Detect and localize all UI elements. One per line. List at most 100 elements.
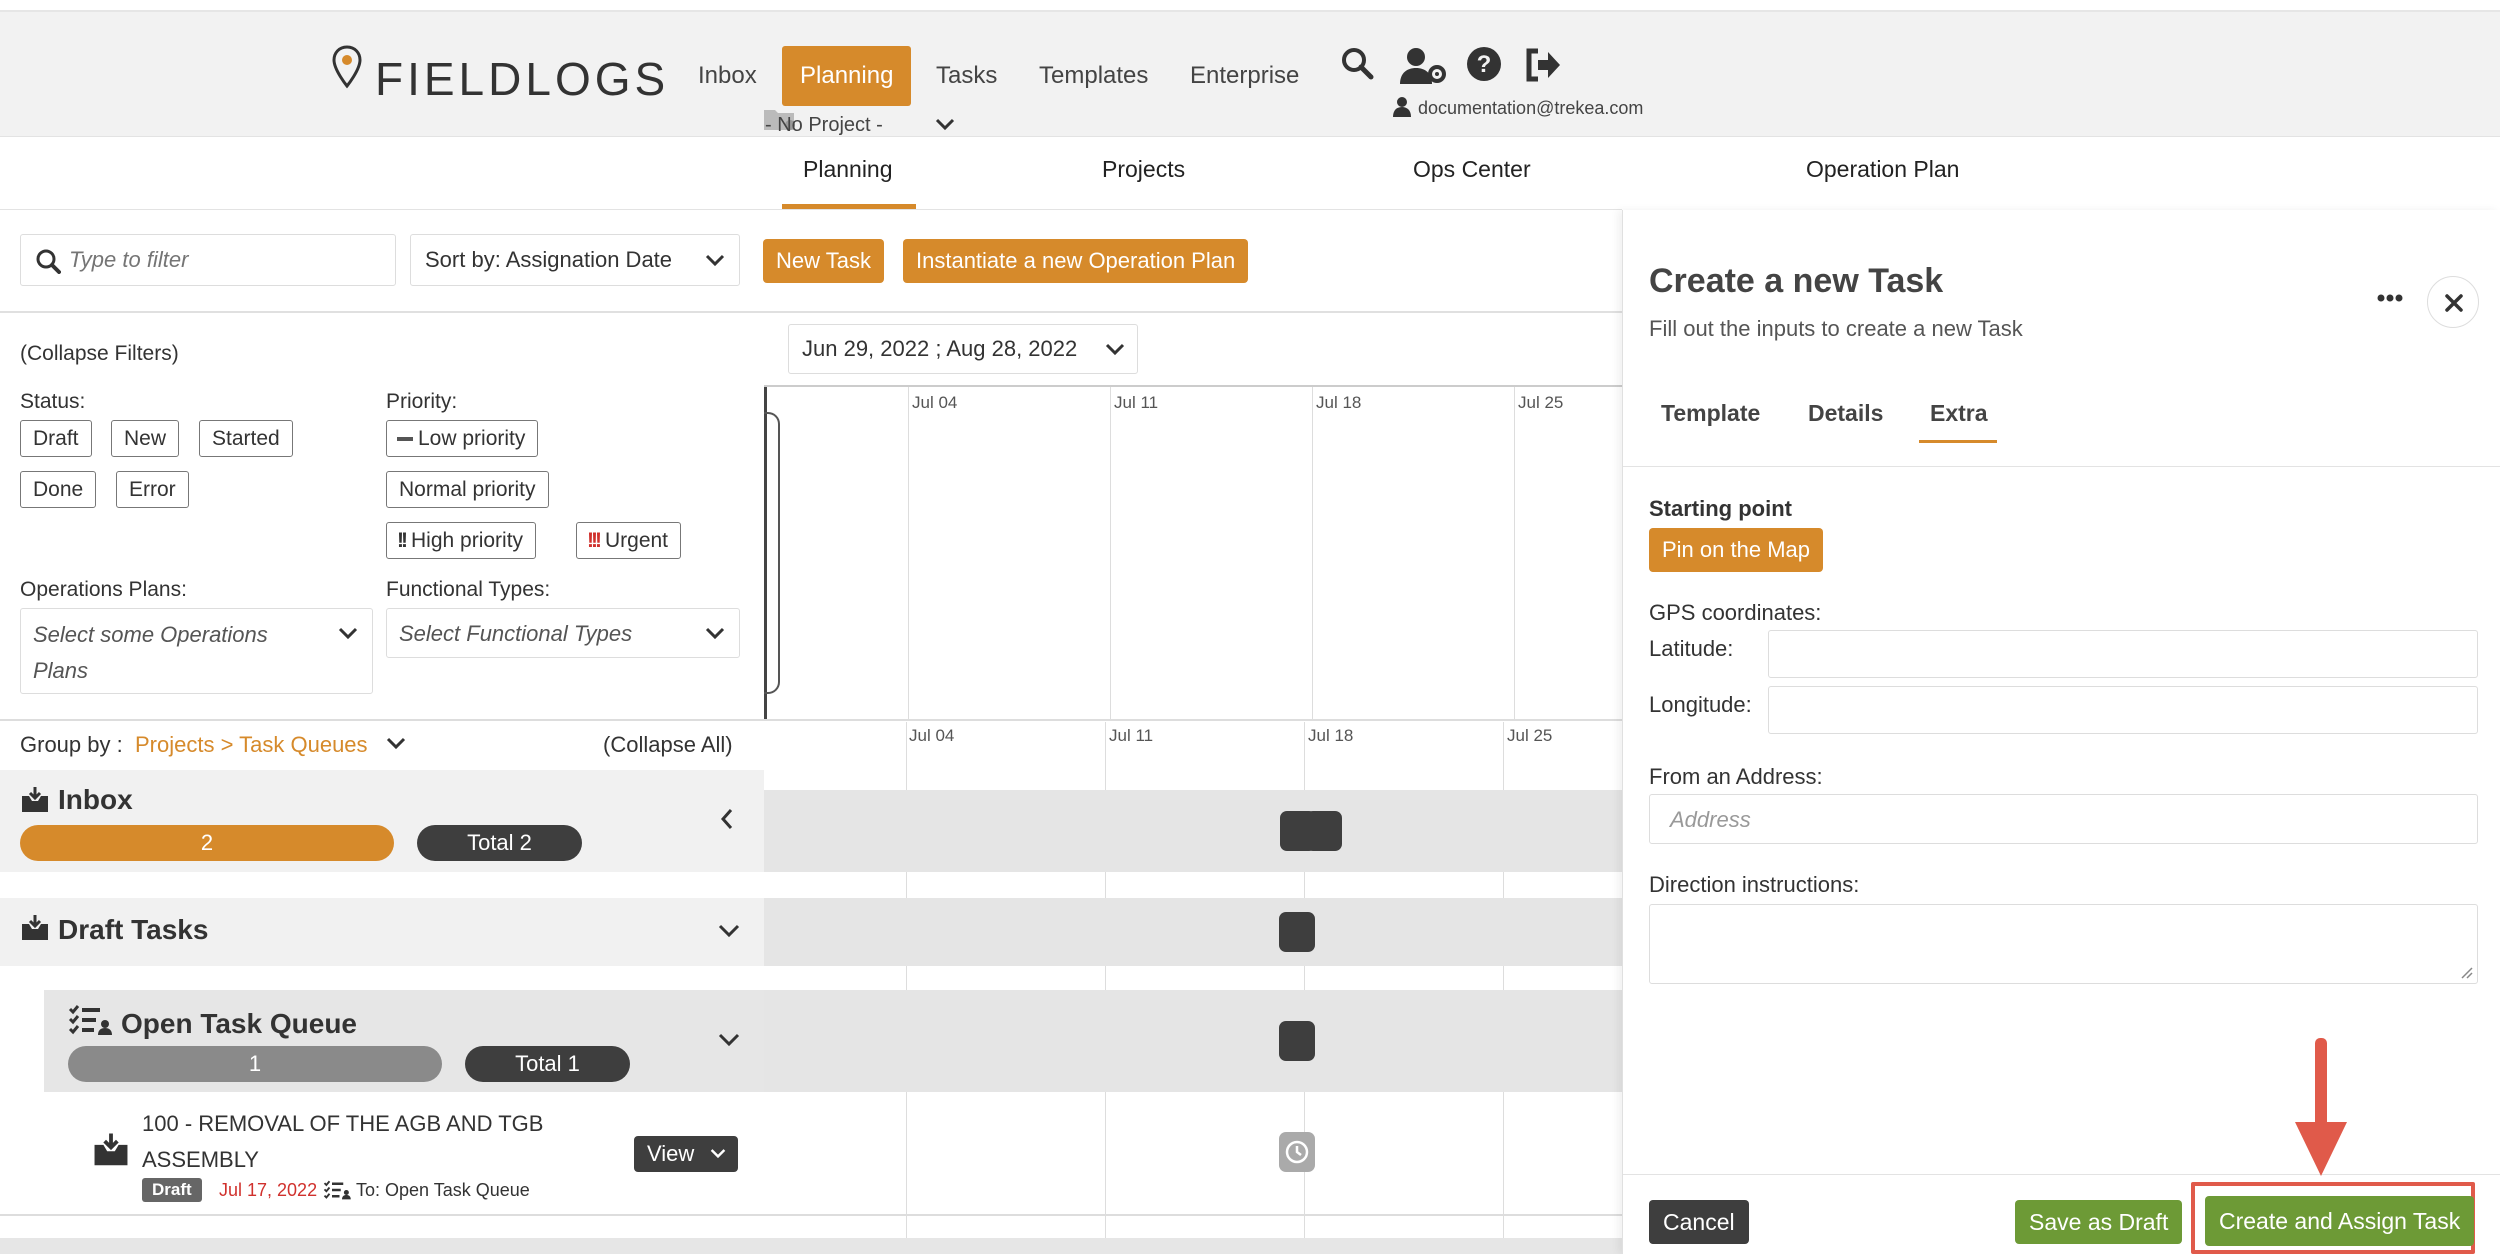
group-by-value[interactable]: Projects > Task Queues xyxy=(135,732,368,758)
direction-label: Direction instructions: xyxy=(1649,872,1860,897)
ops-plans-label: Operations Plans: xyxy=(20,578,187,601)
starting-point-label: Starting point xyxy=(1649,496,1792,521)
logout-icon[interactable] xyxy=(1524,48,1562,82)
priority-chip-normal[interactable]: Normal priority xyxy=(386,471,549,508)
grid-line xyxy=(1110,387,1111,719)
nav-inbox[interactable]: Inbox xyxy=(680,46,775,106)
chevron-down-icon xyxy=(1105,343,1125,357)
status-chip-done[interactable]: Done xyxy=(20,471,97,508)
panel-footer-divider xyxy=(1623,1174,2500,1175)
task-date: Jul 17, 2022 xyxy=(219,1180,318,1200)
app-header: FIELDLOGS Inbox Planning Tasks Templates… xyxy=(0,12,2500,137)
instantiate-plan-button[interactable]: Instantiate a new Operation Plan xyxy=(903,239,1249,283)
status-chip-new[interactable]: New xyxy=(111,420,180,457)
help-icon[interactable]: ? xyxy=(1466,46,1502,82)
latitude-input[interactable] xyxy=(1768,630,2478,678)
longitude-label: Longitude: xyxy=(1649,692,1752,717)
status-chip-started[interactable]: Started xyxy=(199,420,293,457)
date-range-select[interactable]: Jun 29, 2022 ; Aug 28, 2022 xyxy=(788,324,1138,374)
direction-textarea[interactable] xyxy=(1649,904,2478,984)
close-button[interactable] xyxy=(2427,276,2479,328)
chevron-left-icon[interactable] xyxy=(720,808,734,830)
nav-templates[interactable]: Templates xyxy=(1021,46,1166,106)
date-range-label: Jun 29, 2022 ; Aug 28, 2022 xyxy=(802,336,1078,361)
resize-handle-icon[interactable] xyxy=(2459,965,2473,979)
timeline-task-marker[interactable] xyxy=(1306,811,1342,851)
search-icon[interactable] xyxy=(1340,46,1374,80)
create-task-panel: Create a new Task Fill out the inputs to… xyxy=(1622,210,2500,1254)
functional-types-select[interactable]: Select Functional Types xyxy=(386,608,740,658)
collapse-all-link[interactable]: (Collapse All) xyxy=(603,732,733,758)
panel-tab-details[interactable]: Details xyxy=(1808,400,1883,427)
address-input[interactable]: Address xyxy=(1649,794,2478,844)
priority-chip-low[interactable]: Low priority xyxy=(386,420,539,457)
timeline-range-handle[interactable] xyxy=(764,412,780,694)
task-destination: To: Open Task Queue xyxy=(356,1180,530,1200)
panel-tab-extra[interactable]: Extra xyxy=(1930,400,1988,427)
project-selector[interactable]: - No Project - xyxy=(765,114,883,137)
timeline-row-band xyxy=(764,990,1622,1092)
next-row-band xyxy=(0,1238,1622,1254)
more-options-icon[interactable] xyxy=(2377,294,2403,302)
subtab-planning[interactable]: Planning xyxy=(803,156,893,183)
dash-icon xyxy=(397,437,413,442)
timeline-row-band xyxy=(764,898,1622,966)
create-assign-button[interactable]: Create and Assign Task xyxy=(2205,1196,2475,1246)
status-label: Status: xyxy=(20,390,86,413)
chevron-down-icon[interactable] xyxy=(718,1033,740,1047)
task-title[interactable]: 100 - REMOVAL OF THE AGB AND TGB ASSEMBL… xyxy=(142,1106,612,1178)
timeline-scheduled-marker[interactable] xyxy=(1279,1132,1315,1172)
cancel-button[interactable]: Cancel xyxy=(1649,1200,1749,1244)
new-task-button[interactable]: New Task xyxy=(763,239,884,283)
subtab-projects[interactable]: Projects xyxy=(1102,156,1185,183)
subtab-operation-plan[interactable]: Operation Plan xyxy=(1806,156,1959,183)
task-list-icon xyxy=(323,1180,351,1200)
gps-label: GPS coordinates: xyxy=(1649,600,1822,625)
triple-exclamation-icon: !!! xyxy=(587,529,602,552)
chevron-down-icon xyxy=(705,254,725,268)
collapse-filters-link[interactable]: (Collapse Filters) xyxy=(20,342,179,366)
priority-high-label: High priority xyxy=(411,529,524,552)
chevron-down-icon[interactable] xyxy=(935,118,955,132)
nav-planning[interactable]: Planning xyxy=(782,46,912,106)
timeline-task-marker[interactable] xyxy=(1279,912,1315,952)
nav-tasks[interactable]: Tasks xyxy=(918,46,1015,106)
timeline-overview xyxy=(764,385,1622,720)
functional-types-placeholder: Select Functional Types xyxy=(399,621,633,646)
ops-plans-select[interactable]: Select some Operations Plans xyxy=(20,608,373,694)
double-exclamation-icon: !! xyxy=(397,529,408,552)
row-divider xyxy=(0,1214,1622,1216)
status-chip-draft[interactable]: Draft xyxy=(20,420,92,457)
pin-on-map-button[interactable]: Pin on the Map xyxy=(1649,528,1823,572)
chevron-down-icon[interactable] xyxy=(718,924,740,938)
task-list-icon xyxy=(68,1004,112,1036)
save-draft-button[interactable]: Save as Draft xyxy=(2015,1200,2183,1244)
priority-low-label: Low priority xyxy=(418,427,526,450)
view-label: View xyxy=(647,1141,695,1166)
timeline-task-marker[interactable] xyxy=(1279,1021,1315,1061)
date-label: Jul 11 xyxy=(1114,393,1159,412)
chevron-down-icon[interactable] xyxy=(386,737,406,751)
date-label: Jul 25 xyxy=(1518,393,1564,412)
filter-input[interactable] xyxy=(69,245,379,275)
longitude-input[interactable] xyxy=(1768,686,2478,734)
inbox-icon xyxy=(20,786,50,814)
priority-chip-urgent[interactable]: !!! Urgent xyxy=(576,522,682,559)
latitude-label: Latitude: xyxy=(1649,636,1734,661)
task-view-button[interactable]: View xyxy=(634,1136,738,1172)
date-label: Jul 04 xyxy=(909,726,955,745)
nav-enterprise[interactable]: Enterprise xyxy=(1172,46,1317,106)
date-label: Jul 18 xyxy=(1316,393,1362,412)
sort-select[interactable]: Sort by: Assignation Date xyxy=(410,234,740,286)
date-label: Jul 04 xyxy=(912,393,958,412)
subtab-ops-center[interactable]: Ops Center xyxy=(1413,156,1531,183)
address-placeholder: Address xyxy=(1670,807,1751,832)
chevron-down-icon xyxy=(710,1148,726,1160)
priority-chip-high[interactable]: !! High priority xyxy=(386,522,537,559)
user-icon xyxy=(1393,96,1411,118)
user-settings-icon[interactable] xyxy=(1400,46,1448,86)
panel-tab-template[interactable]: Template xyxy=(1661,400,1760,427)
section-divider xyxy=(0,719,1622,721)
project-selector-label: - No Project - xyxy=(765,114,883,136)
status-chip-error[interactable]: Error xyxy=(116,471,189,508)
